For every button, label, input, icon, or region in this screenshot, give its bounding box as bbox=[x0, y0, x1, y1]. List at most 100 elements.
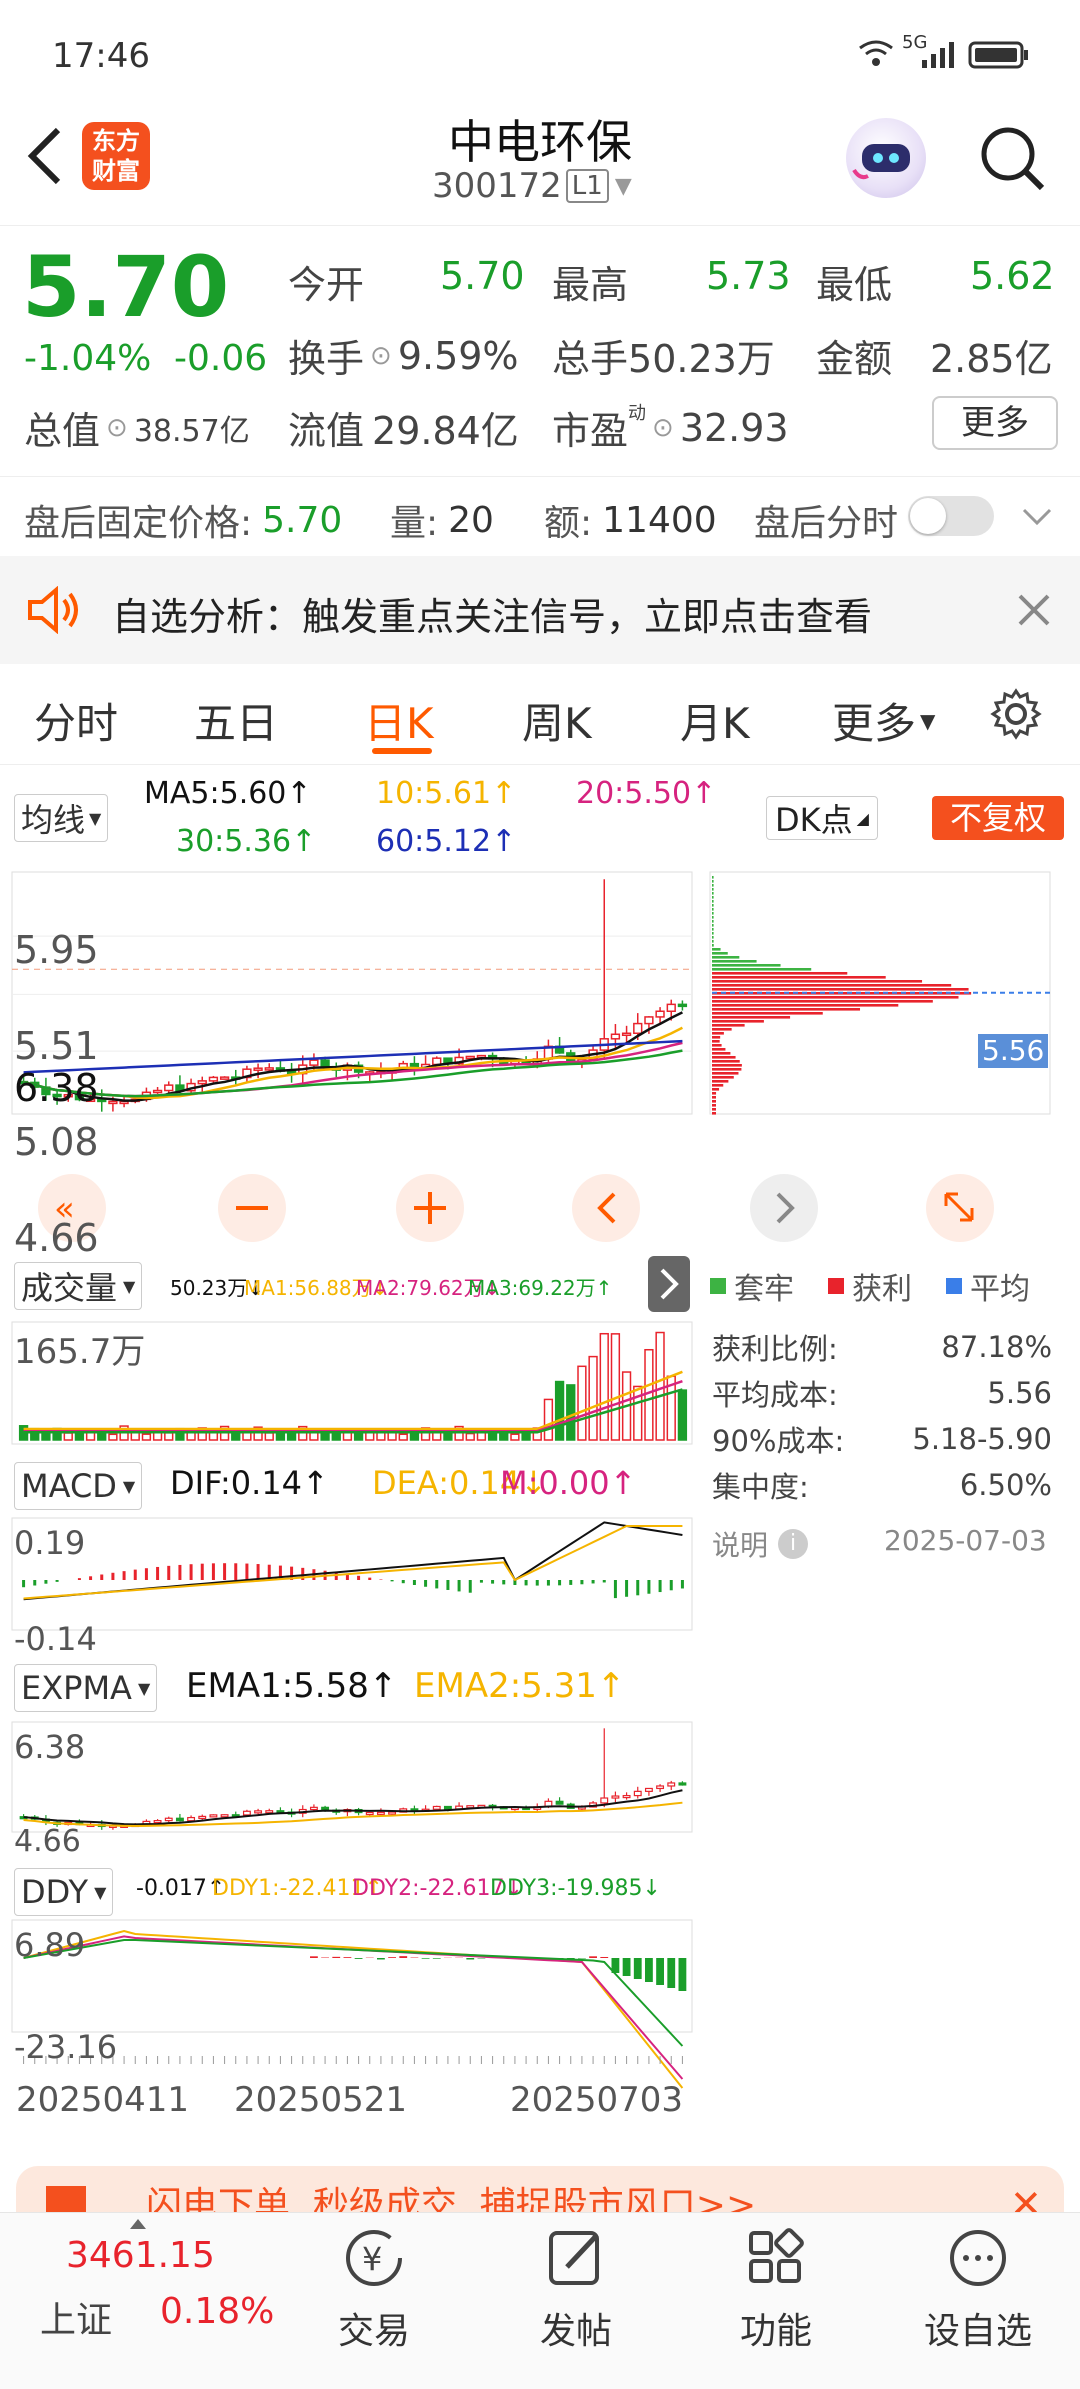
chart-bar bbox=[165, 1085, 173, 1090]
macd-selector[interactable]: MACD ▼ bbox=[14, 1462, 142, 1510]
after-hours-amt-value: 11400 bbox=[602, 500, 717, 541]
close-icon[interactable] bbox=[1014, 590, 1054, 630]
volume-row: 总手 50.23万 bbox=[552, 328, 775, 383]
kline-label-2: 5.51 bbox=[14, 1024, 99, 1068]
ddy-bar bbox=[667, 1958, 675, 1988]
chevron-down-icon[interactable] bbox=[1020, 502, 1054, 532]
volume-selector[interactable]: 成交量 ▼ bbox=[14, 1262, 142, 1310]
float-value: 29.84亿 bbox=[372, 400, 519, 455]
volume-bar bbox=[489, 1433, 497, 1440]
expma-candle bbox=[634, 1791, 641, 1795]
ddy-selector[interactable]: DDY ▼ bbox=[14, 1868, 113, 1916]
expma-candle bbox=[210, 1815, 217, 1817]
logo-text-bottom: 财富 bbox=[82, 156, 150, 186]
chip-bar bbox=[712, 1104, 716, 1107]
promo-banner[interactable]: 闪电下单 秒级成交 捕捉股市风口>> ✕ bbox=[16, 2166, 1064, 2212]
tab-intraday[interactable]: 分时 bbox=[34, 690, 118, 751]
volume-bar bbox=[589, 1357, 597, 1440]
chip-stat-label: 获利比例: bbox=[712, 1326, 838, 1368]
expma-candle bbox=[612, 1796, 619, 1798]
pe-label: 市盈 bbox=[552, 400, 628, 455]
chip-bar bbox=[712, 1060, 740, 1063]
ddy-bar bbox=[656, 1958, 664, 1985]
nav-functions-label: 功能 bbox=[676, 2302, 876, 2354]
info-icon[interactable]: ⊙ bbox=[652, 413, 674, 443]
kline-label-1: 5.95 bbox=[14, 928, 99, 972]
tab-indicator bbox=[372, 748, 432, 754]
expma-candle bbox=[623, 1796, 630, 1798]
change-pct: -1.04% bbox=[24, 338, 151, 379]
fuquan-button[interactable]: 不复权 bbox=[932, 796, 1064, 840]
dk-point-button[interactable]: DK点 ◢ bbox=[766, 796, 878, 840]
panel-toggle-button bbox=[648, 1256, 690, 1312]
chip-bar bbox=[712, 916, 714, 919]
expma-candle bbox=[266, 1811, 273, 1813]
chart-bar bbox=[310, 1060, 318, 1065]
ma-selector[interactable]: 均线 ▼ bbox=[14, 794, 108, 842]
stock-code-row[interactable]: 300172 L1 ▼ bbox=[432, 166, 632, 206]
tab-more[interactable]: 更多 ▼ bbox=[832, 690, 935, 751]
nav-trade[interactable]: ¥ 交易 bbox=[274, 2223, 474, 2354]
chip-bar bbox=[712, 892, 714, 895]
tab-monthly-k[interactable]: 月K bbox=[680, 690, 750, 751]
volume-bar bbox=[545, 1399, 553, 1440]
expma-selector[interactable]: EXPMA ▼ bbox=[14, 1664, 157, 1712]
volume-value: 50.23万 bbox=[628, 328, 775, 383]
more-button[interactable]: 更多 bbox=[932, 396, 1058, 450]
search-icon[interactable] bbox=[976, 122, 1048, 194]
caret-down-icon: ▼ bbox=[920, 709, 935, 733]
robot-assistant-icon[interactable] bbox=[846, 118, 926, 198]
expma-candle bbox=[311, 1807, 318, 1809]
tab-weekly-k[interactable]: 周K bbox=[522, 690, 592, 751]
svg-text:¥: ¥ bbox=[362, 2240, 382, 2278]
expma-ema1: EMA1:5.58↑ bbox=[186, 1666, 397, 1706]
info-icon[interactable]: ⊙ bbox=[106, 413, 128, 443]
chip-stat-label: 90%成本: bbox=[712, 1418, 844, 1460]
chip-bar bbox=[712, 1036, 720, 1039]
gear-icon[interactable] bbox=[990, 688, 1042, 740]
ddy-bar bbox=[433, 1958, 441, 1959]
close-icon[interactable]: ✕ bbox=[1010, 2182, 1042, 2212]
tab-daily-k[interactable]: 日K bbox=[364, 690, 434, 751]
chip-stat-row: 获利比例:87.18% bbox=[712, 1324, 1052, 1370]
nav-add-watchlist[interactable]: 设自选 bbox=[878, 2223, 1078, 2354]
expma-candle bbox=[366, 1812, 373, 1814]
chart-series-line bbox=[24, 1522, 683, 1599]
expma-candle bbox=[199, 1816, 206, 1818]
after-hours-amt-label: 额: bbox=[544, 494, 592, 546]
index-name[interactable]: 上证 bbox=[40, 2291, 112, 2343]
chart-bar bbox=[656, 1011, 664, 1017]
volume-bar bbox=[143, 1434, 151, 1440]
chip-note[interactable]: 说明 i bbox=[712, 1524, 808, 1564]
volume-bar bbox=[321, 1434, 329, 1440]
tab-5day[interactable]: 五日 bbox=[194, 690, 278, 751]
high-value: 5.73 bbox=[706, 254, 791, 298]
after-hours-row: 盘后固定价格: 5.70 bbox=[24, 494, 342, 546]
chart-bar bbox=[634, 1024, 642, 1034]
index-value[interactable]: 3461.15 bbox=[66, 2235, 215, 2276]
chip-note-label: 说明 bbox=[712, 1524, 768, 1564]
level-badge: L1 bbox=[566, 169, 609, 203]
volume-bar bbox=[76, 1433, 84, 1440]
nav-post[interactable]: 发帖 bbox=[476, 2223, 676, 2354]
chip-bar bbox=[712, 996, 958, 999]
info-icon[interactable]: ⊙ bbox=[370, 341, 392, 371]
notice-bar[interactable]: 自选分析：触发重点关注信号，立即点击查看 bbox=[0, 556, 1080, 664]
volume-bar bbox=[567, 1385, 575, 1440]
battery-icon bbox=[968, 40, 1030, 70]
chip-bar bbox=[712, 1092, 716, 1095]
kline-chart-area[interactable]: « bbox=[0, 860, 1080, 2160]
expma-candle bbox=[657, 1786, 664, 1788]
back-icon[interactable] bbox=[22, 124, 66, 188]
chip-bar bbox=[712, 924, 714, 927]
tab-more-label: 更多 bbox=[832, 690, 916, 751]
chip-bar bbox=[712, 1112, 716, 1115]
dk-point-label: DK点 bbox=[775, 795, 853, 841]
chip-next-button bbox=[750, 1174, 818, 1242]
nav-functions[interactable]: 功能 bbox=[676, 2223, 876, 2354]
volume-bar bbox=[656, 1333, 664, 1440]
chip-stat-value: 5.56 bbox=[987, 1376, 1052, 1410]
ddy-bar bbox=[645, 1958, 653, 1982]
chip-bar bbox=[712, 1080, 728, 1083]
after-hours-toggle[interactable] bbox=[908, 496, 994, 536]
